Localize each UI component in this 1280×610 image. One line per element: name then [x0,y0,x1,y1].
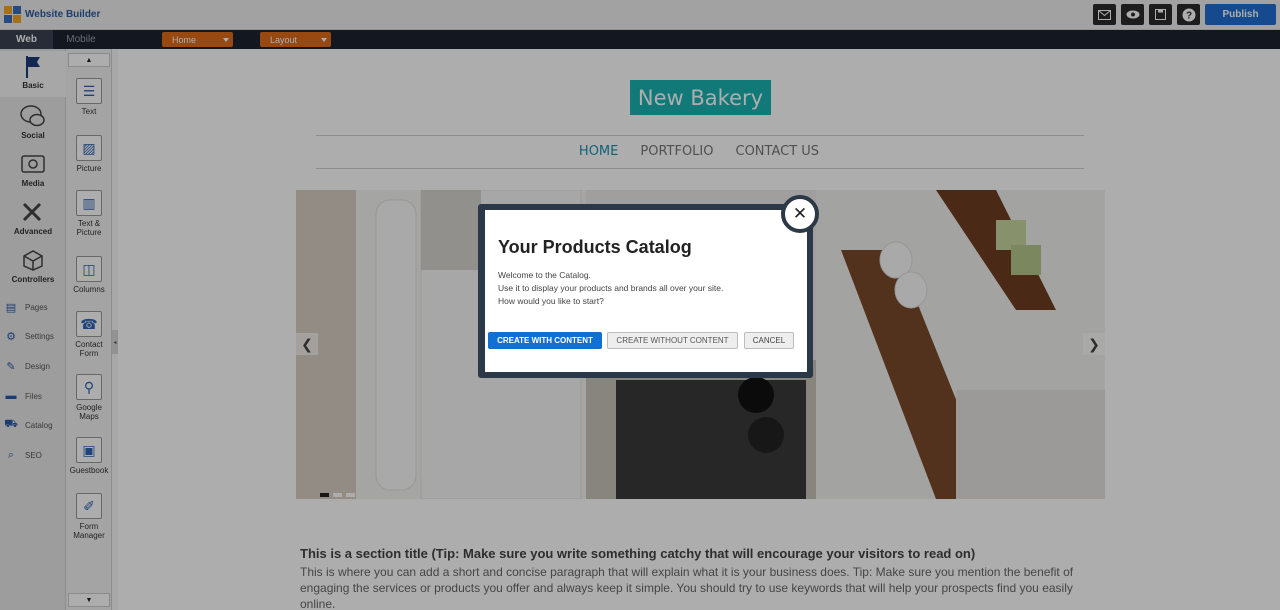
create-with-content-button[interactable]: CREATE WITH CONTENT [488,332,602,349]
modal-line: Use it to display your products and bran… [498,283,724,293]
create-without-content-button[interactable]: CREATE WITHOUT CONTENT [607,332,738,349]
catalog-modal: Your Products Catalog Welcome to the Cat… [485,210,807,372]
modal-line: How would you like to start? [498,296,604,306]
modal-text: Welcome to the Catalog. Use it to displa… [498,269,723,308]
modal-title: Your Products Catalog [498,237,692,257]
cancel-button[interactable]: CANCEL [744,332,794,349]
close-icon[interactable]: ✕ [781,195,819,233]
modal-line: Welcome to the Catalog. [498,270,591,280]
